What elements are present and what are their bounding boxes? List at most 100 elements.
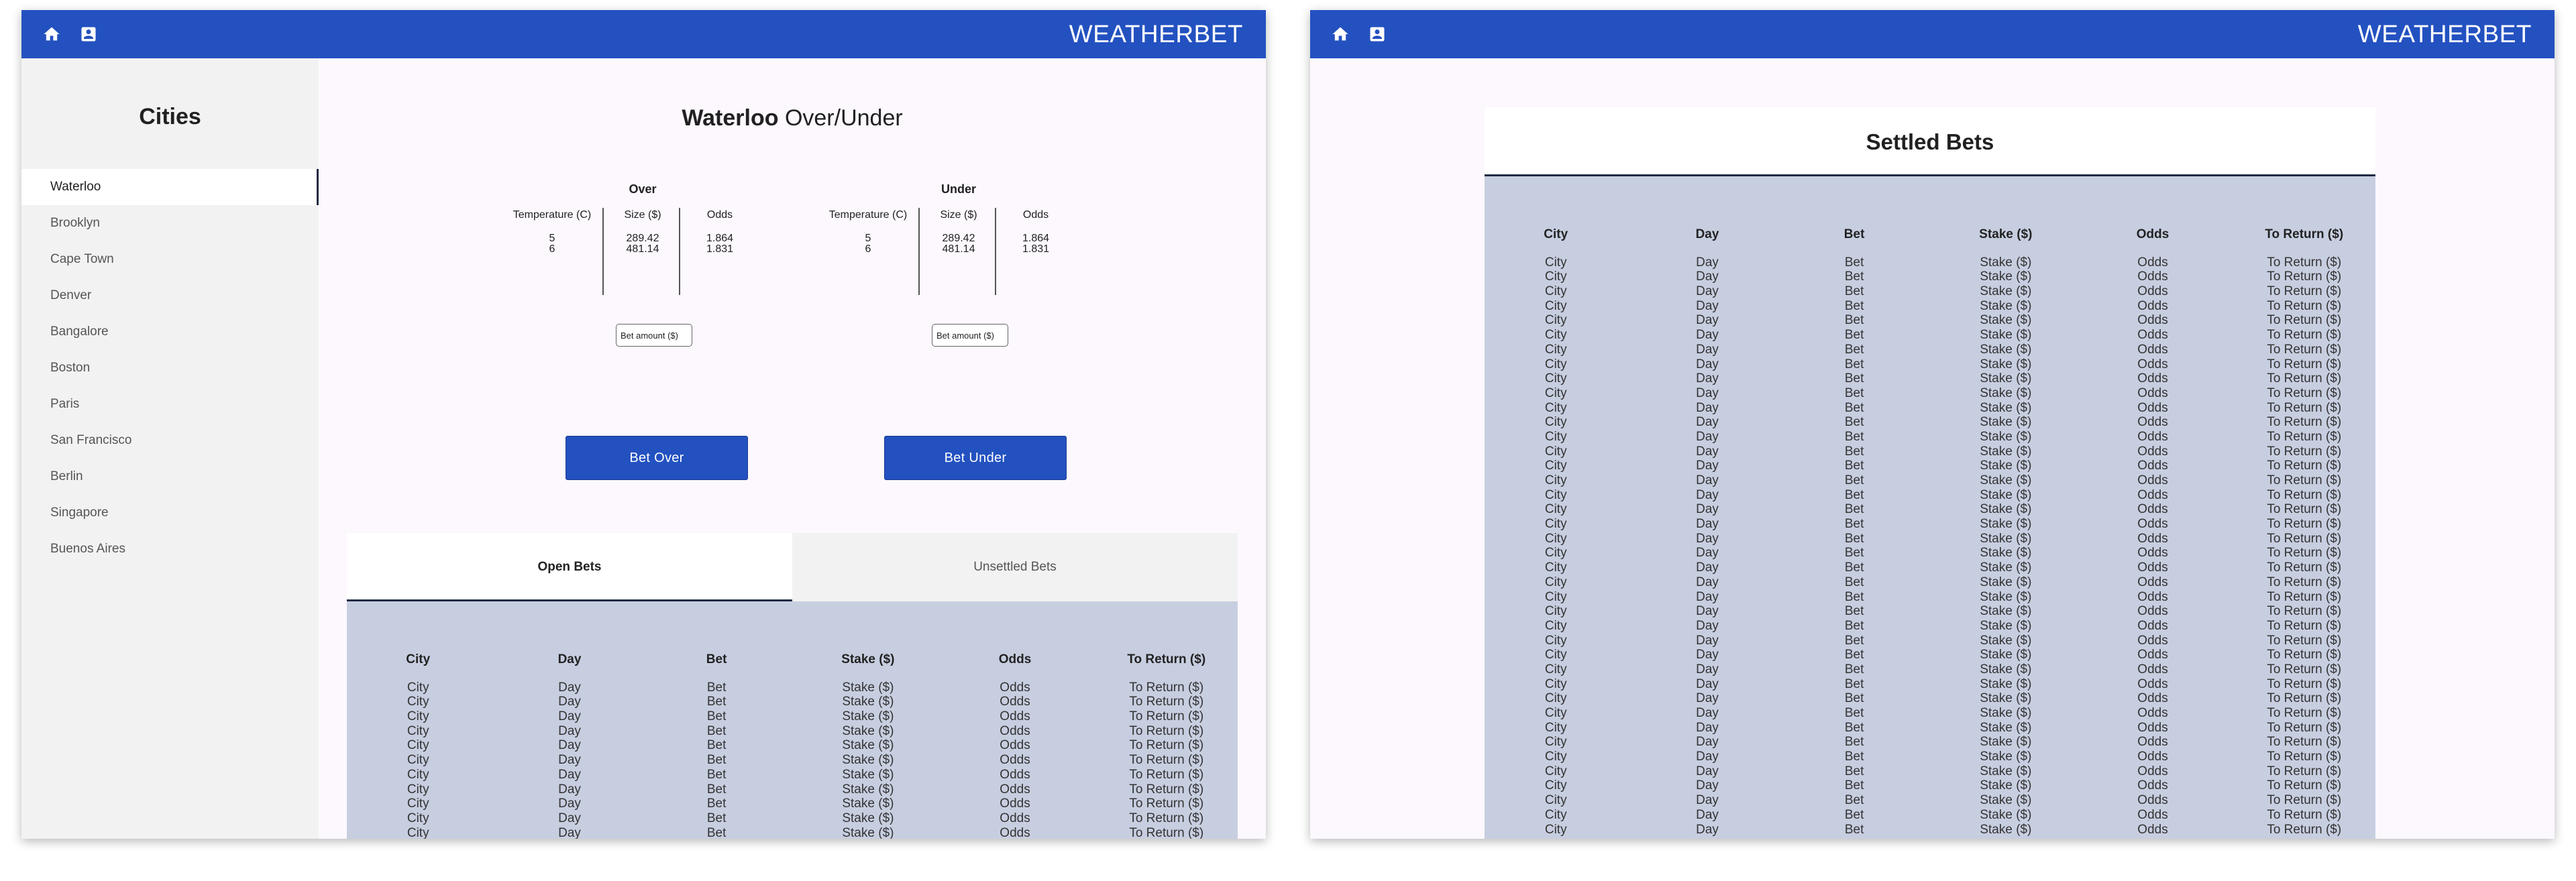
header-odds: Odds — [2136, 227, 2169, 241]
cell-stake: Stake ($) — [1980, 618, 2032, 633]
cell-bet: Bet — [1844, 284, 1864, 299]
cell-odds: Odds — [2137, 386, 2168, 400]
over-bet-amount-input[interactable] — [616, 324, 692, 347]
table-row: City Day Bet Stake ($) Odds To Return ($) — [1485, 808, 2375, 823]
sidebar-item-singapore[interactable]: Singapore — [21, 495, 319, 531]
table-row: City Day Bet Stake ($) Odds To Return ($) — [1485, 488, 2375, 503]
account-box-icon[interactable] — [1368, 25, 1387, 44]
cell-stake: Stake ($) — [1980, 561, 2032, 575]
table-row: City Day Bet Stake ($) Odds To Return ($) — [347, 768, 1238, 782]
cell-odds: Odds — [2137, 706, 2168, 720]
cell-day: Day — [1696, 270, 1719, 284]
sidebar-item-brooklyn[interactable]: Brooklyn — [21, 205, 319, 241]
table-row: City Day Bet Stake ($) Odds To Return ($) — [1485, 691, 2375, 706]
cell-to-return: To Return ($) — [2267, 648, 2342, 662]
cell-to-return: To Return ($) — [2267, 691, 2342, 706]
cell-day: Day — [1696, 750, 1719, 764]
cell-city: City — [407, 709, 429, 724]
cell-to-return: To Return ($) — [2267, 604, 2342, 619]
cell-stake: Stake ($) — [1980, 735, 2032, 750]
over-odds-value: 1.831 — [706, 243, 734, 255]
sidebar-item-berlin[interactable]: Berlin — [21, 459, 319, 495]
cell-stake: Stake ($) — [1980, 691, 2032, 706]
cell-odds: Odds — [2137, 778, 2168, 793]
cell-odds: Odds — [1000, 738, 1030, 753]
cell-odds: Odds — [1000, 797, 1030, 811]
table-row: City Day Bet Stake ($) Odds To Return ($) — [1485, 793, 2375, 808]
cell-day: Day — [1696, 575, 1719, 589]
account-box-icon[interactable] — [79, 25, 98, 44]
cell-stake: Stake ($) — [1980, 750, 2032, 764]
cell-day: Day — [1696, 517, 1719, 532]
sidebar-item-boston[interactable]: Boston — [21, 350, 319, 386]
cell-city: City — [1544, 531, 1567, 546]
cell-bet: Bet — [1844, 648, 1864, 662]
sidebar-item-waterloo[interactable]: Waterloo — [21, 169, 319, 205]
cell-bet: Bet — [1844, 764, 1864, 778]
sidebar-item-cape-town[interactable]: Cape Town — [21, 241, 319, 278]
cell-bet: Bet — [1844, 517, 1864, 532]
cell-city: City — [407, 680, 429, 695]
cell-odds: Odds — [2137, 735, 2168, 750]
header-bet: Bet — [1843, 227, 1865, 241]
table-row: City Day Bet Stake ($) Odds To Return ($) — [1485, 255, 2375, 270]
cell-city: City — [1544, 604, 1567, 619]
sidebar-item-denver[interactable]: Denver — [21, 278, 319, 314]
cell-stake: Stake ($) — [1980, 270, 2032, 284]
market-city: Waterloo — [682, 105, 779, 131]
header-spacer — [347, 667, 1238, 681]
sidebar-item-paris[interactable]: Paris — [21, 386, 319, 422]
cell-bet: Bet — [1844, 807, 1864, 822]
cell-stake: Stake ($) — [1980, 284, 2032, 299]
cell-odds: Odds — [2137, 371, 2168, 386]
cell-to-return: To Return ($) — [2267, 546, 2342, 561]
sidebar-item-bangalore[interactable]: Bangalore — [21, 314, 319, 350]
cell-stake: Stake ($) — [1980, 706, 2032, 720]
cell-stake: Stake ($) — [1980, 531, 2032, 546]
header-bet: Bet — [706, 652, 727, 666]
under-temperature-header: Temperature (C) — [828, 209, 908, 221]
cell-to-return: To Return ($) — [2267, 298, 2342, 313]
cell-day: Day — [1696, 313, 1719, 328]
cell-bet: Bet — [1844, 575, 1864, 589]
cell-city: City — [1544, 459, 1567, 473]
cell-to-return: To Return ($) — [1129, 767, 1204, 782]
cell-city: City — [1544, 778, 1567, 793]
header-day: Day — [1695, 227, 1719, 241]
cell-city: City — [1544, 691, 1567, 706]
under-bet-amount-input[interactable] — [932, 324, 1008, 347]
cell-city: City — [1544, 502, 1567, 517]
bet-under-button[interactable]: Bet Under — [884, 436, 1067, 480]
cell-odds: Odds — [1000, 709, 1030, 724]
cell-stake: Stake ($) — [1980, 517, 2032, 532]
cell-stake: Stake ($) — [1980, 589, 2032, 604]
cell-stake: Stake ($) — [1980, 575, 2032, 589]
cell-odds: Odds — [2137, 342, 2168, 357]
bet-over-button[interactable]: Bet Over — [566, 436, 748, 480]
cell-odds: Odds — [1000, 680, 1030, 695]
sidebar-item-buenos-aires[interactable]: Buenos Aires — [21, 531, 319, 567]
table-row: City Day Bet Stake ($) Odds To Return ($) — [347, 811, 1238, 826]
cell-city: City — [1544, 589, 1567, 604]
tab-unsettled-bets[interactable]: Unsettled Bets — [792, 533, 1238, 601]
cell-day: Day — [1696, 400, 1719, 415]
cell-day: Day — [558, 767, 581, 782]
header-day: Day — [557, 652, 582, 666]
cell-stake: Stake ($) — [1980, 487, 2032, 502]
table-row: City Day Bet Stake ($) Odds To Return ($) — [1485, 634, 2375, 648]
cell-stake: Stake ($) — [842, 811, 894, 825]
sidebar-item-san-francisco[interactable]: San Francisco — [21, 422, 319, 459]
cell-bet: Bet — [1844, 793, 1864, 808]
home-icon[interactable] — [1331, 25, 1350, 44]
table-row: City Day Bet Stake ($) Odds To Return ($) — [1485, 328, 2375, 343]
cell-bet: Bet — [1844, 444, 1864, 459]
table-row: City Day Bet Stake ($) Odds To Return ($) — [347, 826, 1238, 839]
tab-open-bets[interactable]: Open Bets — [347, 533, 792, 601]
under-size-column: Size ($) 289.42 481.14 — [922, 209, 996, 255]
over-temperature-value: 6 — [549, 243, 555, 255]
cell-to-return: To Return ($) — [1129, 738, 1204, 753]
cell-stake: Stake ($) — [1980, 793, 2032, 808]
table-row: City Day Bet Stake ($) Odds To Return ($) — [1485, 764, 2375, 779]
cell-stake: Stake ($) — [1980, 778, 2032, 793]
home-icon[interactable] — [42, 25, 61, 44]
